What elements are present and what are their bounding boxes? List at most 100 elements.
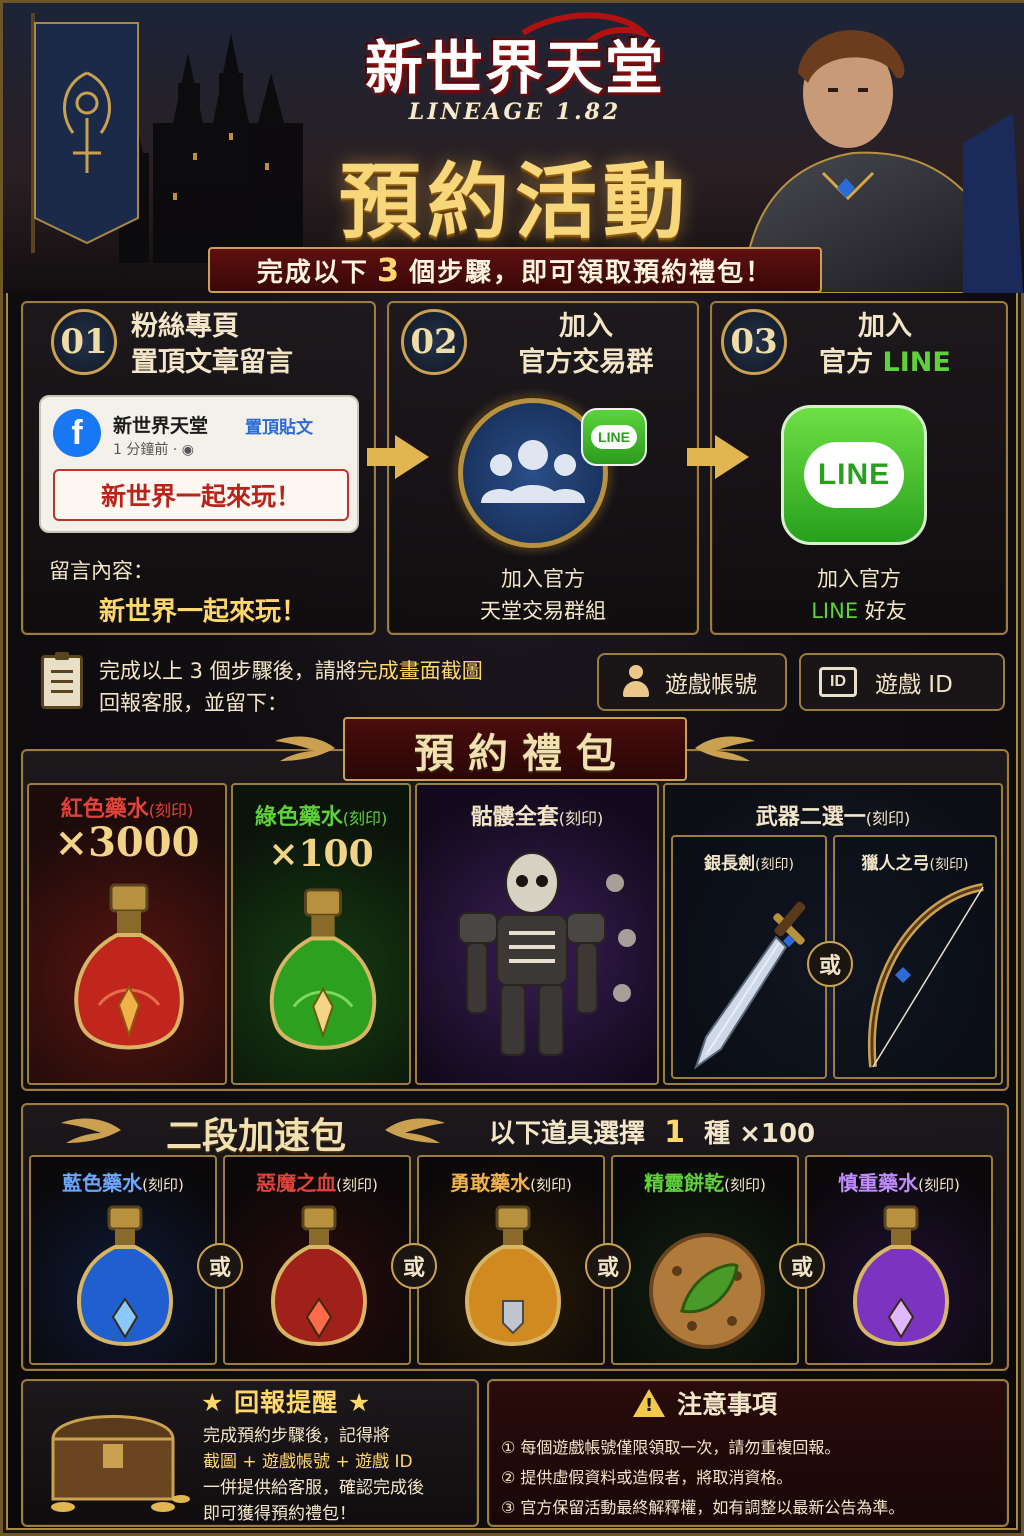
game-id-label: 遊戲 ID	[875, 672, 953, 698]
line-badge-text: LINE	[591, 425, 637, 449]
game-account-box: 遊戲帳號	[597, 653, 787, 711]
subtitle-post: 個步驟，即可領取預約禮包！	[409, 257, 774, 288]
elf-cookie-icon	[649, 1233, 765, 1349]
gift-card-red-potion: 紅色藥水(刻印) ×3000	[27, 783, 227, 1085]
facebook-post-card[interactable]: f 新世界天堂 置頂貼文 1 分鐘前 · ◉ 新世界一起來玩！	[39, 395, 359, 533]
logo-title: 新世界天堂	[364, 34, 665, 102]
reminder-line4: 即可獲得預約禮包！	[203, 1504, 356, 1524]
red-potion-icon	[74, 883, 184, 1050]
step-3-desc-line2: LINE 好友	[731, 595, 987, 627]
sword-icon	[694, 901, 806, 1070]
speed-item-name: 精靈餅乾(刻印)	[644, 1171, 766, 1195]
arrow-right-icon	[367, 448, 397, 466]
gift-section-title: 預 約 禮 包	[414, 730, 616, 777]
step-2-title: 加入 官方交易群	[481, 309, 691, 381]
fb-pinned-label: 置頂貼文	[245, 418, 313, 438]
step-3-title-line2: 官方 LINE	[795, 345, 975, 381]
step-2-title-line1: 加入	[559, 311, 613, 342]
skeleton-armor-icon	[458, 852, 636, 1056]
notice-item: ② 提供虛假資料或造假者，將取消資格。	[501, 1468, 793, 1487]
notice-item: ③ 官方保留活動最終解釋權，如有調整以最新公告為準。	[501, 1498, 905, 1517]
speed-item-name: 藍色藥水(刻印)	[62, 1171, 184, 1195]
wing-left-icon	[61, 1115, 121, 1145]
notice-title: 注意事項	[633, 1385, 777, 1421]
arrow-right-icon	[687, 448, 717, 466]
report-instructions: 完成以上 3 個步驟後，請將完成畫面截圖 回報客服，並留下：	[99, 655, 483, 719]
reminder-text: 完成預約步驟後，記得將 截圖 + 遊戲帳號 + 遊戲 ID 一併提供給客服，確認…	[203, 1423, 424, 1527]
line-logo-text: LINE	[803, 442, 905, 508]
step-3-title-pre: 官方	[819, 347, 874, 378]
facebook-icon: f	[53, 409, 101, 457]
clipboard-icon	[41, 652, 83, 709]
step-3-description: 加入官方 LINE 好友	[731, 563, 987, 627]
green-potion-qty: ×100	[268, 833, 374, 875]
step-1-number: 01	[51, 309, 117, 375]
warning-icon	[633, 1389, 665, 1417]
gift-card-green-potion: 綠色藥水(刻印) ×100	[231, 783, 411, 1085]
green-potion-name: 綠色藥水(刻印)	[254, 805, 388, 830]
step-2-desc-line1: 加入官方	[501, 567, 585, 591]
step-1-title: 粉絲專頁 置頂文章留言	[131, 309, 341, 381]
game-id-box: ID 遊戲 ID	[799, 653, 1005, 711]
step-3-title-line-word: LINE	[882, 347, 951, 378]
event-poster: 新世界天堂 LINEAGE 1.82 預約活動 完成以下 3 個步驟，即可領取預…	[0, 0, 1024, 1536]
reminder-line2: 截圖 + 遊戲帳號 + 遊戲 ID	[203, 1452, 413, 1472]
weapon-or-badge: 或	[807, 941, 853, 987]
bow-name: 獵人之弓(刻印)	[861, 854, 969, 874]
step-3-number: 03	[721, 309, 787, 375]
speed-item-name: 勇敢藥水(刻印)	[450, 1171, 572, 1195]
speed-or-badge: 或	[197, 1243, 243, 1289]
game-account-label: 遊戲帳號	[665, 672, 757, 698]
step-3-title: 加入 官方 LINE	[795, 309, 975, 381]
comment-value: 新世界一起來玩！	[98, 597, 307, 627]
speed-section-hint: 以下道具選擇 1 種 ×100	[489, 1115, 816, 1150]
gift-card-skeleton-set: 骷髏全套(刻印)	[415, 783, 659, 1085]
logo: 新世界天堂 LINEAGE 1.82	[3, 21, 1024, 125]
report-line1-highlight: 完成畫面截圖	[356, 659, 483, 683]
logo-subtitle: LINEAGE 1.82	[408, 99, 622, 125]
step-3-title-line1: 加入	[858, 311, 912, 342]
fb-page-name: 新世界天堂	[113, 415, 209, 437]
step-2-description: 加入官方 天堂交易群組	[413, 563, 673, 627]
wing-right-icon	[385, 1115, 445, 1145]
caution-potion-icon	[852, 1205, 950, 1346]
main-title: 預約活動	[338, 154, 691, 250]
bow-icon	[867, 883, 984, 1068]
report-line1-pre: 完成以上 3 個步驟後，請將	[99, 659, 357, 683]
user-icon	[621, 665, 651, 699]
sword-name: 銀長劍(刻印)	[704, 854, 794, 874]
speed-or-badge: 或	[391, 1243, 437, 1289]
speed-item-card[interactable]: 惡魔之血(刻印)	[223, 1155, 411, 1365]
step-3-desc-line-word: LINE	[811, 599, 859, 623]
demon-blood-icon	[270, 1205, 368, 1346]
fb-post-time: 1 分鐘前 · ◉	[113, 442, 194, 458]
speed-item-card[interactable]: 藍色藥水(刻印)	[29, 1155, 217, 1365]
arrow-right-head-icon	[395, 435, 429, 479]
step-2-title-line2: 官方交易群	[518, 347, 654, 378]
notice-list: ① 每個遊戲帳號僅限領取一次，請勿重複回報。 ② 提供虛假資料或造假者，將取消資…	[501, 1433, 904, 1523]
step-3-desc-line1: 加入官方	[817, 567, 901, 591]
reminder-title: ★ 回報提醒 ★	[201, 1388, 372, 1417]
subtitle-banner: 完成以下 3 個步驟，即可領取預約禮包！	[208, 247, 822, 293]
speed-or-badge: 或	[585, 1243, 631, 1289]
reminder-line3: 一併提供給客服，確認完成後	[203, 1478, 424, 1498]
line-app-icon[interactable]: LINE	[781, 405, 927, 545]
blue-potion-icon	[76, 1205, 174, 1346]
speed-section-title: 二段加速包	[165, 1115, 346, 1157]
step-1-title-line1: 粉絲專頁	[131, 311, 239, 342]
fb-comment-box: 新世界一起來玩！	[53, 469, 349, 521]
weapon-option-sword[interactable]: 銀長劍(刻印)	[671, 835, 827, 1079]
step-3-desc-post: 好友	[864, 599, 907, 623]
step-2-number: 02	[401, 309, 467, 375]
comment-label: 留言內容：	[49, 559, 154, 583]
treasure-chest-icon	[51, 1415, 190, 1512]
speed-item-card[interactable]: 精靈餅乾(刻印)	[611, 1155, 799, 1365]
skeleton-set-name: 骷髏全套(刻印)	[470, 805, 604, 830]
weapon-option-bow[interactable]: 獵人之弓(刻印)	[833, 835, 997, 1079]
subtitle-number: 3	[376, 251, 402, 289]
speed-item-card[interactable]: 勇敢藥水(刻印)	[417, 1155, 605, 1365]
report-line2: 回報客服，並留下：	[99, 691, 288, 715]
line-badge-icon: LINE	[581, 408, 647, 466]
notice-item: ① 每個遊戲帳號僅限領取一次，請勿重複回報。	[501, 1438, 841, 1457]
speed-item-card[interactable]: 慎重藥水(刻印)	[805, 1155, 993, 1365]
